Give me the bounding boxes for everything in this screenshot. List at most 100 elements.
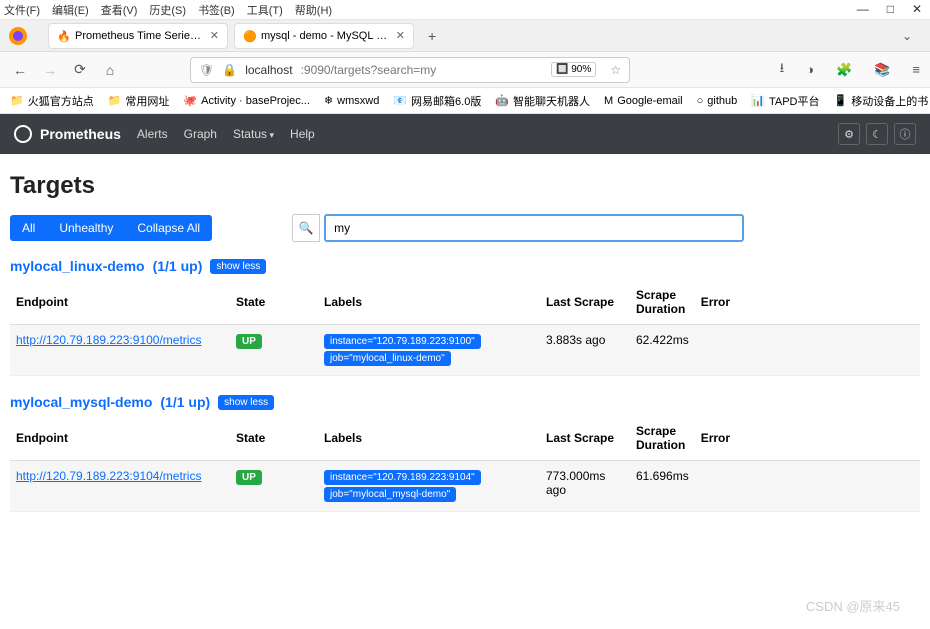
error-value	[695, 325, 920, 376]
github-icon: ○	[697, 95, 704, 107]
extensions-icon[interactable]: 🧩	[836, 62, 852, 78]
bookmark-mobile[interactable]: 📱移动设备上的书	[834, 93, 929, 109]
bookmark-item[interactable]: ❄wmsxwd	[324, 94, 379, 107]
show-less-button[interactable]: show less	[210, 259, 266, 274]
page-title: Targets	[10, 172, 920, 200]
gmail-icon: M	[604, 95, 613, 107]
menu-bookmarks[interactable]: 书签(B)	[198, 2, 235, 18]
reload-button[interactable]: ⟳	[70, 61, 90, 78]
menu-help[interactable]: 帮助(H)	[295, 2, 332, 18]
tab-overflow-icon[interactable]: ⌄	[892, 29, 922, 43]
tab-mysql[interactable]: 🟠 mysql - demo - MySQL - Das ✕	[234, 23, 414, 49]
targets-table: Endpoint State Labels Last Scrape Scrape…	[10, 280, 920, 376]
settings-icon[interactable]: ⚙	[838, 123, 860, 145]
job-count: (1/1 up)	[153, 258, 203, 274]
close-tab-icon[interactable]: ✕	[210, 29, 219, 42]
bookmark-item[interactable]: 🤖智能聊天机器人	[495, 93, 590, 109]
forward-button[interactable]: →	[40, 62, 60, 78]
th-state: State	[230, 280, 318, 325]
nav-graph[interactable]: Graph	[184, 127, 217, 141]
th-scrape-duration: Scrape Duration	[630, 416, 695, 461]
prometheus-brand[interactable]: Prometheus	[14, 125, 121, 143]
new-tab-button[interactable]: +	[420, 28, 444, 44]
collapse-all-button[interactable]: Collapse All	[125, 215, 212, 241]
url-host: localhost	[245, 63, 292, 77]
shield-icon: 🛡	[199, 63, 214, 77]
last-scrape-value: 3.883s ago	[540, 325, 630, 376]
th-error: Error	[695, 280, 920, 325]
show-less-button[interactable]: show less	[218, 395, 274, 410]
th-endpoint: Endpoint	[10, 280, 230, 325]
downloads-icon[interactable]: ⭳	[780, 59, 785, 81]
scrape-duration-value: 61.696ms	[630, 461, 695, 512]
endpoint-link[interactable]: http://120.79.189.223:9100/metrics	[16, 333, 201, 347]
search-icon[interactable]: 🔍	[292, 214, 320, 242]
filter-unhealthy-button[interactable]: Unhealthy	[47, 215, 125, 241]
bookmark-item[interactable]: 🐙Activity · baseProjec...	[183, 94, 310, 107]
menu-file[interactable]: 文件(F)	[4, 2, 40, 18]
menu-view[interactable]: 查看(V)	[101, 2, 138, 18]
label-chip: instance="120.79.189.223:9100"	[324, 334, 481, 349]
job-name-link[interactable]: mylocal_linux-demo	[10, 258, 145, 274]
prometheus-logo-icon	[14, 125, 32, 143]
label-chip: instance="120.79.189.223:9104"	[324, 470, 481, 485]
browser-tab-bar: 🔥 Prometheus Time Series Coll ✕ 🟠 mysql …	[0, 20, 930, 52]
th-endpoint: Endpoint	[10, 416, 230, 461]
dark-mode-icon[interactable]: ☾	[866, 123, 888, 145]
bookmarks-bar: 📁火狐官方站点 📁常用网址 🐙Activity · baseProjec... …	[0, 88, 930, 114]
close-tab-icon[interactable]: ✕	[396, 29, 405, 42]
th-state: State	[230, 416, 318, 461]
job-header: mylocal_linux-demo (1/1 up) show less	[10, 258, 920, 274]
bookmark-item[interactable]: 📁常用网址	[108, 93, 170, 109]
last-scrape-value: 773.000ms ago	[540, 461, 630, 512]
firefox-icon	[8, 26, 28, 46]
bookmark-star-icon[interactable]: ☆	[610, 63, 621, 77]
home-button[interactable]: ⌂	[100, 62, 120, 78]
menu-icon[interactable]: ≡	[912, 62, 920, 77]
bookmark-item[interactable]: MGoogle-email	[604, 95, 683, 107]
job-count: (1/1 up)	[160, 394, 210, 410]
browser-url-bar: ← → ⟳ ⌂ 🛡 🔒 localhost:9090/targets?searc…	[0, 52, 930, 88]
nav-help[interactable]: Help	[290, 127, 315, 141]
th-last-scrape: Last Scrape	[540, 280, 630, 325]
window-minimize-icon[interactable]: —	[857, 2, 869, 16]
bot-icon: 🤖	[495, 94, 509, 107]
zoom-indicator[interactable]: 🔲 90%	[551, 62, 596, 77]
bookmark-item[interactable]: ○github	[697, 95, 738, 107]
menu-history[interactable]: 历史(S)	[149, 2, 186, 18]
menu-tools[interactable]: 工具(T)	[247, 2, 283, 18]
tab-prometheus[interactable]: 🔥 Prometheus Time Series Coll ✕	[48, 23, 228, 49]
job-header: mylocal_mysql-demo (1/1 up) show less	[10, 394, 920, 410]
th-labels: Labels	[318, 416, 540, 461]
th-error: Error	[695, 416, 920, 461]
search-input[interactable]	[324, 214, 744, 242]
account-icon[interactable]: ◑	[806, 62, 814, 77]
folder-icon: 📁	[10, 94, 24, 107]
back-button[interactable]: ←	[10, 62, 30, 78]
filter-all-button[interactable]: All	[10, 215, 47, 241]
bookmark-item[interactable]: 📧网易邮箱6.0版	[393, 93, 481, 109]
prometheus-favicon-icon: 🔥	[57, 30, 69, 42]
window-close-icon[interactable]: ✕	[912, 2, 922, 16]
gitlab-icon: 🐙	[183, 94, 197, 107]
url-field[interactable]: 🛡 🔒 localhost:9090/targets?search=my 🔲 9…	[190, 57, 630, 83]
label-chip: job="mylocal_mysql-demo"	[324, 487, 456, 502]
os-menubar: 文件(F) 编辑(E) 查看(V) 历史(S) 书签(B) 工具(T) 帮助(H…	[0, 0, 930, 20]
th-last-scrape: Last Scrape	[540, 416, 630, 461]
nav-status[interactable]: Status	[233, 127, 274, 141]
error-value	[695, 461, 920, 512]
library-icon[interactable]: 📚	[874, 62, 890, 78]
bookmark-item[interactable]: 📊TAPD平台	[751, 93, 819, 109]
endpoint-link[interactable]: http://120.79.189.223:9104/metrics	[16, 469, 201, 483]
menu-edit[interactable]: 编辑(E)	[52, 2, 89, 18]
prometheus-navbar: Prometheus Alerts Graph Status Help ⚙ ☾ …	[0, 114, 930, 154]
info-icon[interactable]: ⓘ	[894, 123, 916, 145]
nav-alerts[interactable]: Alerts	[137, 127, 168, 141]
state-badge: UP	[236, 470, 262, 485]
tab-title: Prometheus Time Series Coll	[75, 30, 204, 42]
scrape-duration-value: 62.422ms	[630, 325, 695, 376]
targets-table: Endpoint State Labels Last Scrape Scrape…	[10, 416, 920, 512]
window-maximize-icon[interactable]: □	[887, 2, 894, 16]
job-name-link[interactable]: mylocal_mysql-demo	[10, 394, 152, 410]
bookmark-item[interactable]: 📁火狐官方站点	[10, 93, 94, 109]
